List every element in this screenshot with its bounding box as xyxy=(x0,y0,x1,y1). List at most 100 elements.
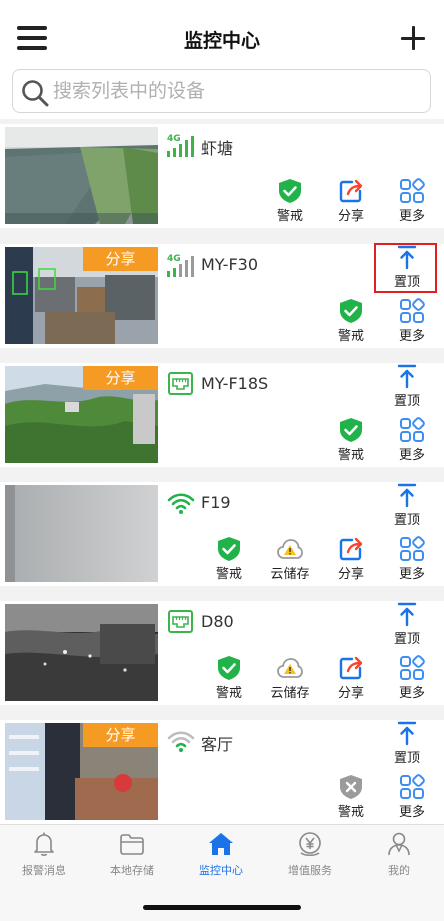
more-icon xyxy=(400,536,425,561)
camera-thumbnail[interactable] xyxy=(5,604,158,701)
pin-top-icon xyxy=(397,602,417,627)
more-button[interactable]: 更多 xyxy=(387,298,437,344)
nav-profile[interactable]: 我的 xyxy=(355,831,443,885)
arm-label: 警戒 xyxy=(337,329,364,344)
cloud-storage-button[interactable]: 云储存 xyxy=(265,655,315,701)
cloud-storage-label: 云储存 xyxy=(270,567,310,582)
device-name: F19 xyxy=(201,493,231,512)
search-input[interactable] xyxy=(53,74,423,108)
share-label: 分享 xyxy=(337,209,364,224)
pin-top-icon xyxy=(397,364,417,389)
device-card[interactable]: D80 置顶 警戒 云储存 分享 更多 xyxy=(0,601,444,705)
pin-to-top-label: 置顶 xyxy=(393,751,420,766)
pin-top-icon xyxy=(397,721,417,746)
device-card[interactable]: F19 置顶 警戒 云储存 分享 更多 xyxy=(0,482,444,586)
pin-to-top-label: 置顶 xyxy=(393,394,420,409)
device-name: D80 xyxy=(201,612,234,631)
share-icon xyxy=(339,656,363,680)
share-tag: 分享 xyxy=(83,247,158,271)
pin-to-top-label: 置顶 xyxy=(393,632,420,647)
arm-button[interactable]: 警戒 xyxy=(204,536,254,582)
nav-label: 监控中心 xyxy=(199,864,243,877)
more-button[interactable]: 更多 xyxy=(387,417,437,463)
signal-4g-icon: 4G xyxy=(167,134,194,157)
cloud-warning-icon xyxy=(277,539,303,559)
pin-to-top-button[interactable]: 置顶 xyxy=(382,482,432,528)
cloud-storage-button[interactable]: 云储存 xyxy=(265,536,315,582)
device-name: 客厅 xyxy=(201,735,234,754)
nav-monitor-center[interactable]: 监控中心 xyxy=(177,831,265,885)
device-name: MY-F30 xyxy=(201,255,259,274)
share-label: 分享 xyxy=(337,686,364,701)
nav-alarm-messages[interactable]: 报警消息 xyxy=(0,831,88,885)
share-tag: 分享 xyxy=(83,723,158,747)
arm-label: 警戒 xyxy=(215,567,242,582)
shield-check-icon xyxy=(279,179,301,203)
home-icon xyxy=(209,833,233,855)
more-button[interactable]: 更多 xyxy=(387,178,437,224)
highlight-box xyxy=(374,243,437,293)
camera-thumbnail[interactable] xyxy=(5,127,158,224)
nav-local-storage[interactable]: 本地存储 xyxy=(88,831,176,885)
more-icon xyxy=(400,178,425,203)
share-button[interactable]: 分享 xyxy=(326,178,376,224)
pin-to-top-button[interactable]: 置顶 xyxy=(382,363,432,409)
arm-button[interactable]: 警戒 xyxy=(326,417,376,463)
plus-icon[interactable] xyxy=(401,26,425,50)
more-button[interactable]: 更多 xyxy=(387,774,437,820)
arm-button[interactable]: 警戒 xyxy=(204,655,254,701)
top-bar: 监控中心 xyxy=(0,0,444,66)
more-button[interactable]: 更多 xyxy=(387,536,437,582)
device-card[interactable]: 分享 MY-F18S 置顶 警戒 更多 xyxy=(0,363,444,467)
arm-label: 警戒 xyxy=(337,805,364,820)
nav-label: 报警消息 xyxy=(22,864,66,877)
arm-label: 警戒 xyxy=(215,686,242,701)
svg-text:4G: 4G xyxy=(167,134,181,144)
wifi-icon xyxy=(167,493,195,514)
more-icon xyxy=(400,774,425,799)
cloud-storage-label: 云储存 xyxy=(270,686,310,701)
more-label: 更多 xyxy=(398,686,425,701)
more-icon xyxy=(400,655,425,680)
nav-label: 本地存储 xyxy=(110,864,154,877)
folder-icon xyxy=(120,834,144,855)
share-button[interactable]: 分享 xyxy=(326,536,376,582)
arm-button[interactable]: 警戒 xyxy=(326,774,376,820)
arm-button[interactable]: 警戒 xyxy=(265,178,315,224)
camera-thumbnail[interactable]: 分享 xyxy=(5,247,158,344)
device-card[interactable]: 4G 虾塘 警戒 分享 更多 xyxy=(0,124,444,228)
device-name: 虾塘 xyxy=(201,139,234,158)
more-label: 更多 xyxy=(398,805,425,820)
more-button[interactable]: 更多 xyxy=(387,655,437,701)
device-card[interactable]: 分享 客厅 置顶 警戒 更多 xyxy=(0,720,444,824)
camera-thumbnail[interactable] xyxy=(5,485,158,582)
pin-to-top-button[interactable]: 置顶 xyxy=(382,601,432,647)
share-button[interactable]: 分享 xyxy=(326,655,376,701)
search-box xyxy=(12,69,431,113)
arm-label: 警戒 xyxy=(276,209,303,224)
svg-text:4G: 4G xyxy=(167,254,181,264)
more-icon xyxy=(400,298,425,323)
more-icon xyxy=(400,417,425,442)
shield-off-icon xyxy=(340,775,362,799)
pin-top-icon xyxy=(397,483,417,508)
arm-label: 警戒 xyxy=(337,448,364,463)
app-root: 监控中心 4G xyxy=(0,0,444,921)
page-title: 监控中心 xyxy=(183,30,260,52)
more-label: 更多 xyxy=(398,448,425,463)
bell-icon xyxy=(34,832,54,856)
user-icon xyxy=(388,832,410,856)
nav-label: 增值服务 xyxy=(288,864,332,877)
camera-thumbnail[interactable]: 分享 xyxy=(5,723,158,820)
nav-value-added-services[interactable]: 增值服务 xyxy=(266,831,354,885)
pin-to-top-button[interactable]: 置顶 xyxy=(382,720,432,766)
camera-thumbnail[interactable]: 分享 xyxy=(5,366,158,463)
arm-button[interactable]: 警戒 xyxy=(326,298,376,344)
nav-label: 我的 xyxy=(388,864,410,877)
search-icon xyxy=(22,80,49,107)
wifi-offline-icon xyxy=(167,731,195,752)
shield-check-icon xyxy=(340,299,362,323)
pin-to-top-label: 置顶 xyxy=(393,513,420,528)
shield-check-icon xyxy=(340,418,362,442)
signal-4g-weak-icon: 4G xyxy=(167,254,194,277)
